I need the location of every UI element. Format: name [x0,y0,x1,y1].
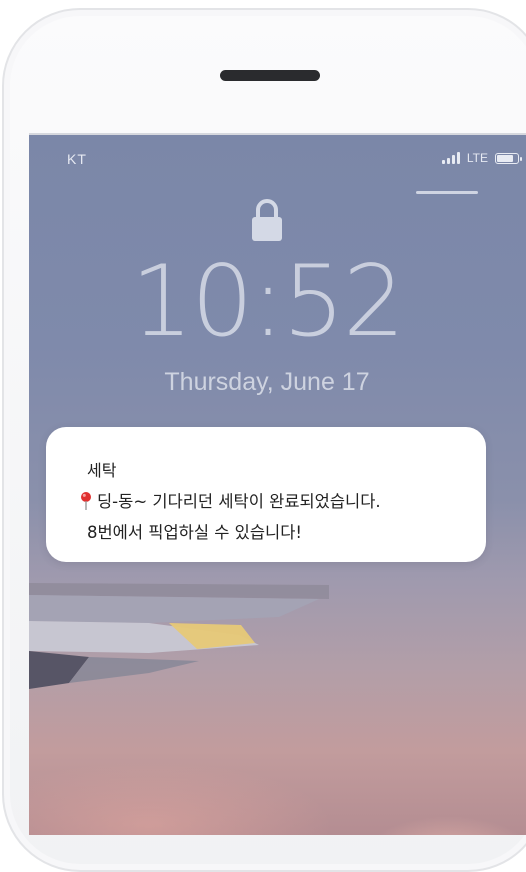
notification-message-line-1: 딩-동~ 기다리던 세탁이 완료되었습니다. [80,488,381,512]
clock-date: Thursday, June 17 [164,368,370,396]
status-bar: KT LTE [29,151,526,194]
carrier-label: KT [67,151,87,167]
notification-card[interactable]: 세탁 딩-동~ 기다리던 세탁이 완료되었습니다. 8번에서 픽업하실 수 있습… [46,427,486,562]
phone-frame: KT LTE 10:52 Thursday, June 17 세탁 딩-동~ 기… [2,8,526,872]
status-indicators: LTE [441,151,522,165]
control-center-indicator[interactable] [416,191,478,194]
speaker-grille [220,70,320,81]
signal-bars-icon [441,152,460,164]
network-type-label: LTE [466,151,488,165]
notification-line-1-text: 딩-동~ 기다리던 세탁이 완료되었습니다. [97,492,381,511]
pushpin-icon [81,492,91,510]
notification-app-title: 세탁 [87,461,117,480]
clock-time: 10:52 [130,245,405,359]
lock-icon [252,199,282,241]
battery-icon [495,152,522,164]
notification-message-line-2: 8번에서 픽업하실 수 있습니다! [87,523,303,542]
airplane-wing-image [29,583,329,689]
